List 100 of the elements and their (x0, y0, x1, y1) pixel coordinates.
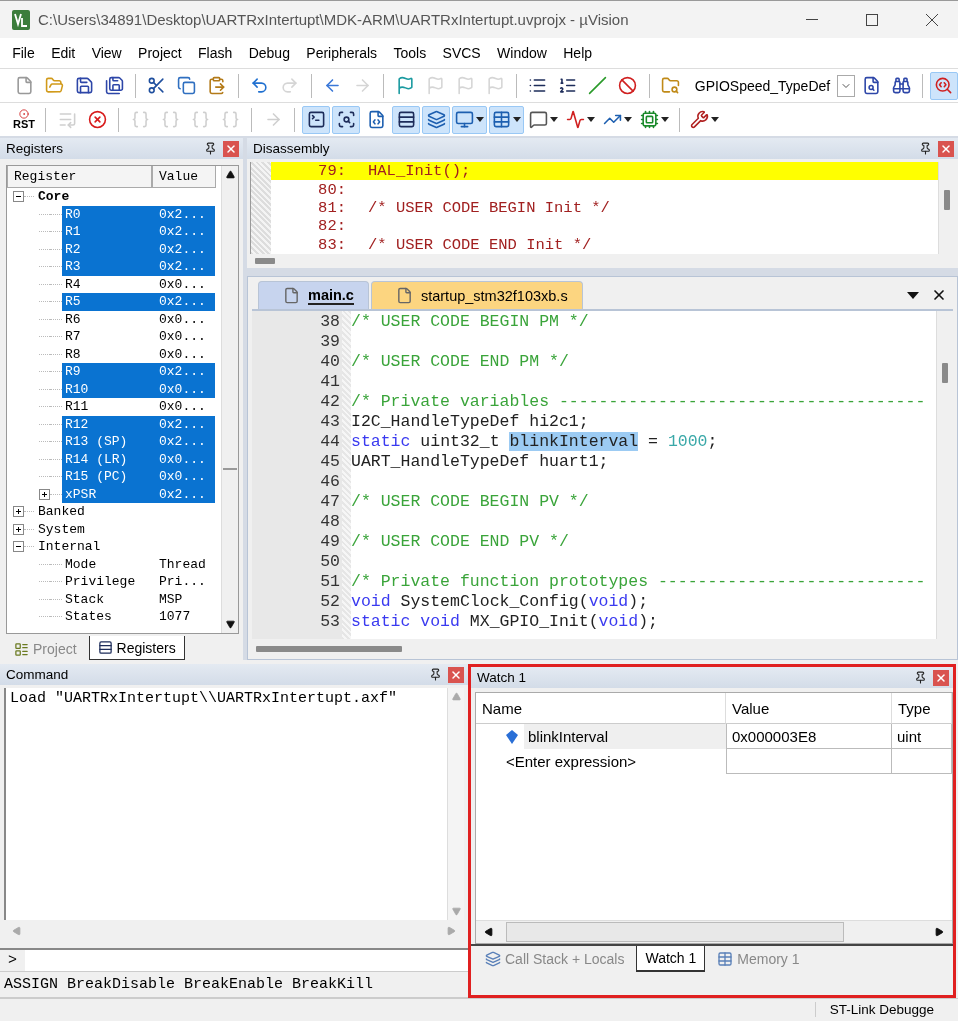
register-row[interactable]: R6 0x0... (62, 310, 215, 328)
code-line: I2C_HandleTypeDef hi2c1; (351, 412, 590, 432)
toolbar-button[interactable] (452, 105, 487, 134)
code-line: /* USER CODE BEGIN PV */ (351, 492, 590, 512)
vertical-scrollbar[interactable] (221, 166, 238, 633)
menu-item[interactable]: Help (555, 45, 601, 61)
editor-tab[interactable]: main.c (258, 281, 369, 309)
scroll-left-icon[interactable] (484, 927, 494, 937)
tree-group-label[interactable]: Core (34, 189, 70, 205)
close-button[interactable] (223, 140, 239, 157)
register-value: 0x2... (159, 486, 206, 502)
pin-icon[interactable] (204, 142, 217, 155)
register-row[interactable]: R7 0x0... (62, 328, 215, 346)
column-header[interactable]: Register (7, 166, 152, 188)
menu-item[interactable]: Project (129, 45, 190, 61)
menu-item[interactable]: File (4, 45, 43, 61)
command-input[interactable]: > (0, 947, 468, 971)
register-row[interactable]: States 1077 (62, 608, 215, 626)
register-row[interactable]: Privilege Pri... (62, 573, 215, 591)
register-row[interactable]: R9 0x2... (62, 363, 215, 381)
panel-title: Registers (6, 141, 65, 156)
caret-icon (550, 117, 558, 122)
register-row[interactable]: Stack MSP (62, 590, 215, 608)
line-number: 41 (319, 372, 341, 392)
register-row[interactable]: R0 0x2... (62, 205, 215, 223)
scroll-thumb[interactable] (256, 646, 402, 652)
panel-tab[interactable]: Registers (88, 636, 185, 660)
toolbar-button[interactable] (302, 105, 330, 134)
code-line: /* USER CODE BEGIN PM */ (351, 312, 590, 332)
dropdown-icon[interactable] (907, 291, 919, 299)
column-header[interactable]: Type (892, 693, 952, 724)
register-row[interactable]: R1 0x2... (62, 223, 215, 241)
scroll-thumb[interactable] (944, 190, 950, 210)
close-button[interactable] (448, 666, 464, 683)
toolbar-button[interactable] (392, 105, 420, 134)
toolbar-button[interactable] (422, 105, 450, 134)
column-header[interactable]: Value (152, 166, 216, 188)
register-row[interactable]: R4 0x0... (62, 275, 215, 293)
register-row[interactable]: R8 0x0... (62, 345, 215, 363)
scroll-thumb[interactable] (255, 258, 275, 264)
menu-item[interactable]: SVCS (434, 45, 489, 61)
watch-name: blinkInterval (524, 724, 726, 749)
menu-item[interactable]: Debug (240, 45, 299, 61)
menu-item[interactable]: View (83, 45, 130, 61)
expression-field[interactable]: <Enter expression> (506, 753, 706, 770)
status-text: ST-Link Debugge (814, 1002, 934, 1017)
tree-group-label[interactable]: Banked (34, 504, 85, 520)
toolbar-button[interactable]: RST (10, 105, 38, 134)
flag-icon (425, 76, 445, 95)
register-name: R14 (LR) (64, 451, 129, 467)
register-row[interactable]: R3 0x2... (62, 258, 215, 276)
toolbar-button[interactable] (332, 105, 360, 134)
scroll-right-icon[interactable] (934, 927, 944, 937)
app-logo (12, 9, 30, 30)
scroll-thumb[interactable] (942, 363, 948, 383)
caret-icon (661, 117, 669, 122)
menu-item[interactable]: Flash (189, 45, 241, 61)
source-text: HAL_Init(); (367, 162, 471, 181)
collapse-icon[interactable] (13, 541, 24, 553)
register-name: R12 (64, 416, 90, 432)
toolbar-button[interactable] (489, 105, 524, 134)
magnifier-icon (934, 76, 954, 95)
watch-value[interactable]: 0x000003E8 (726, 724, 892, 749)
pin-icon[interactable] (919, 142, 932, 155)
close-button[interactable] (938, 140, 954, 157)
horizontal-scrollbar[interactable] (476, 920, 952, 943)
register-value: 0x0... (159, 381, 206, 397)
register-row[interactable]: R12 0x2... (62, 415, 215, 433)
tree-group-label[interactable]: System (34, 521, 85, 537)
register-row[interactable]: R13 (SP) 0x2... (62, 433, 215, 451)
memory-icon (492, 110, 511, 129)
register-row[interactable]: Mode Thread (62, 555, 215, 573)
symbol-combo[interactable]: GPIOSpeed_TypeDef (690, 73, 856, 98)
menu-item[interactable]: Window (488, 45, 556, 61)
registers-icon (396, 110, 416, 129)
editor-tab[interactable]: startup_stm32f103xb.s (370, 281, 583, 309)
menu-item[interactable]: Edit (42, 45, 84, 61)
scroll-up-icon[interactable] (225, 170, 235, 179)
collapse-icon[interactable] (13, 191, 24, 203)
pin-icon[interactable] (914, 671, 927, 684)
panel-tab[interactable]: Watch 1 (636, 946, 706, 972)
scroll-down-icon[interactable] (225, 620, 235, 629)
empty-value-cell[interactable] (726, 749, 892, 774)
register-row[interactable]: R11 0x0... (62, 398, 215, 416)
menu-item[interactable]: Peripherals (298, 45, 386, 61)
close-icon[interactable] (931, 287, 947, 303)
expand-icon[interactable] (13, 523, 24, 535)
register-name: Mode (64, 556, 98, 572)
pin-icon[interactable] (429, 668, 442, 681)
caret-icon (624, 117, 632, 122)
register-name: R4 (64, 276, 82, 292)
close-button[interactable] (933, 669, 949, 686)
menu-item[interactable]: Tools (385, 45, 435, 61)
register-row[interactable]: R15 (PC) 0x0... (62, 468, 215, 486)
column-header[interactable]: Value (726, 693, 892, 724)
line-number: 79: (317, 162, 346, 181)
expand-icon[interactable] (39, 488, 50, 500)
expand-icon[interactable] (13, 506, 24, 518)
tree-group-label[interactable]: Internal (34, 539, 101, 555)
register-row[interactable]: R5 0x2... (62, 293, 215, 311)
